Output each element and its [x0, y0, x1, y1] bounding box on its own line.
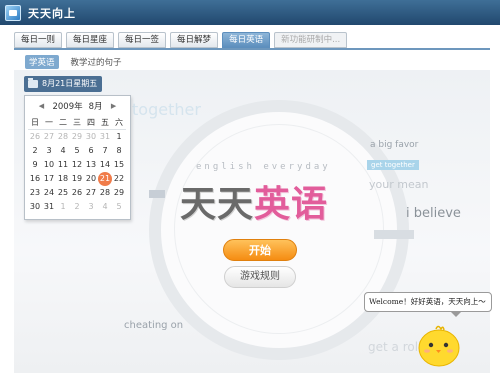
app-window-icon	[5, 4, 21, 21]
ghost-text-your-mean: your mean	[369, 178, 429, 191]
calendar-day[interactable]: 4	[98, 200, 112, 214]
calendar-grid: 日 一 二 三 四 五 六 26 27 28 29 30 31 1 2 3 4 5 6 7 8 9 10 11 1…	[28, 116, 130, 214]
calendar-day[interactable]: 4	[56, 144, 70, 158]
calendar-day[interactable]: 6	[84, 144, 98, 158]
ghost-text-together: together	[132, 100, 201, 119]
calendar-day[interactable]: 2	[70, 200, 84, 214]
calendar-day[interactable]: 1	[56, 200, 70, 214]
date-label: 8月21日星期五	[42, 79, 98, 88]
daily-english-logo: 天天英语	[180, 175, 328, 227]
ghost-text-cheating-on: cheating on	[124, 320, 184, 331]
calendar-day[interactable]: 21	[98, 172, 112, 186]
weekday-thu: 四	[84, 116, 98, 130]
calendar-year: 2009年	[52, 102, 83, 112]
calendar-day[interactable]: 28	[56, 130, 70, 144]
calendar-day[interactable]: 16	[28, 172, 42, 186]
ghost-word-bar	[374, 230, 414, 239]
tab-divider	[14, 48, 490, 50]
calendar-day[interactable]: 22	[112, 172, 126, 186]
weekday-mon: 一	[42, 116, 56, 130]
chick-mascot-icon	[418, 325, 460, 367]
calendar-day[interactable]: 23	[28, 186, 42, 200]
ghost-text-i-believe: i believe	[406, 206, 461, 221]
calendar-day[interactable]: 5	[112, 200, 126, 214]
prev-month-icon[interactable]: ◀	[36, 102, 46, 110]
calendar-day[interactable]: 25	[56, 186, 70, 200]
calendar-day[interactable]: 26	[70, 186, 84, 200]
calendar-day[interactable]: 26	[28, 130, 42, 144]
background-inner-ring	[174, 124, 384, 334]
folder-icon	[28, 78, 38, 88]
logo-part-yingyu: 英语	[254, 184, 329, 225]
calendar-day[interactable]: 13	[84, 158, 98, 172]
app-title: 天天向上	[28, 6, 76, 20]
game-rules-button[interactable]: 游戏规则	[224, 266, 296, 288]
ghost-text-big-favor: a big favor	[370, 140, 419, 150]
calendar-day[interactable]: 3	[84, 200, 98, 214]
calendar-day[interactable]: 30	[28, 200, 42, 214]
calendar-day[interactable]: 19	[70, 172, 84, 186]
tab-daily-quote[interactable]: 每日一则	[14, 32, 63, 48]
calendar-day[interactable]: 1	[112, 130, 126, 144]
tab-daily-english[interactable]: 每日英语	[222, 32, 271, 48]
subtab-learned-sentences[interactable]: 教学过的句子	[67, 55, 126, 69]
tab-daily-fortune[interactable]: 每日一签	[118, 32, 167, 48]
date-picker-toggle[interactable]: 8月21日星期五	[24, 76, 102, 92]
tab-new-feature[interactable]: 新功能研制中...	[274, 32, 348, 48]
calendar-day[interactable]: 30	[84, 130, 98, 144]
calendar-day[interactable]: 2	[28, 144, 42, 158]
calendar-day[interactable]: 10	[42, 158, 56, 172]
title-bar: 天天向上	[0, 0, 500, 25]
sub-tabs: 学英语 教学过的句子	[25, 55, 126, 69]
weekday-fri: 五	[98, 116, 112, 130]
calendar-day[interactable]: 24	[42, 186, 56, 200]
calendar-month: 8月	[88, 102, 103, 112]
calendar-day[interactable]: 28	[98, 186, 112, 200]
tab-daily-horoscope[interactable]: 每日星座	[66, 32, 115, 48]
start-button[interactable]: 开始	[223, 239, 297, 261]
next-month-icon[interactable]: ▶	[109, 102, 119, 110]
weekday-tue: 二	[56, 116, 70, 130]
calendar-day[interactable]: 17	[42, 172, 56, 186]
weekday-sat: 六	[112, 116, 126, 130]
ghost-word-bar-left	[149, 190, 165, 198]
calendar-day[interactable]: 12	[70, 158, 84, 172]
logo-tagline: english everyday	[196, 162, 331, 172]
calendar-day[interactable]: 15	[112, 158, 126, 172]
weekday-sun: 日	[28, 116, 42, 130]
welcome-speech-bubble: Welcome！好好英语，天天向上～	[364, 292, 492, 317]
calendar-day[interactable]: 11	[56, 158, 70, 172]
calendar-day[interactable]: 18	[56, 172, 70, 186]
calendar-header: ◀ 2009年 8月 ▶	[25, 96, 130, 116]
calendar-day[interactable]: 7	[98, 144, 112, 158]
calendar-day[interactable]: 29	[112, 186, 126, 200]
calendar-day[interactable]: 29	[70, 130, 84, 144]
calendar-day[interactable]: 27	[84, 186, 98, 200]
calendar-day[interactable]: 14	[98, 158, 112, 172]
subtab-learn-english[interactable]: 学英语	[25, 55, 59, 69]
calendar-day[interactable]: 5	[70, 144, 84, 158]
calendar-day[interactable]: 3	[42, 144, 56, 158]
tab-daily-dream[interactable]: 每日解梦	[170, 32, 219, 48]
calendar-day[interactable]: 31	[42, 200, 56, 214]
ghost-tag-get-together: get together	[367, 160, 419, 170]
calendar-popup: ◀ 2009年 8月 ▶ 日 一 二 三 四 五 六 26 27 28 29 30 31 1…	[24, 95, 131, 220]
logo-part-tiantian: 天天	[180, 184, 255, 225]
ghost-text-get-a-roll: get a roll	[368, 340, 422, 354]
calendar-day[interactable]: 27	[42, 130, 56, 144]
calendar-day[interactable]: 8	[112, 144, 126, 158]
calendar-day[interactable]: 31	[98, 130, 112, 144]
calendar-day[interactable]: 9	[28, 158, 42, 172]
main-tabs: 每日一则 每日星座 每日一签 每日解梦 每日英语 新功能研制中...	[14, 32, 348, 48]
calendar-day[interactable]: 20	[84, 172, 98, 186]
weekday-wed: 三	[70, 116, 84, 130]
